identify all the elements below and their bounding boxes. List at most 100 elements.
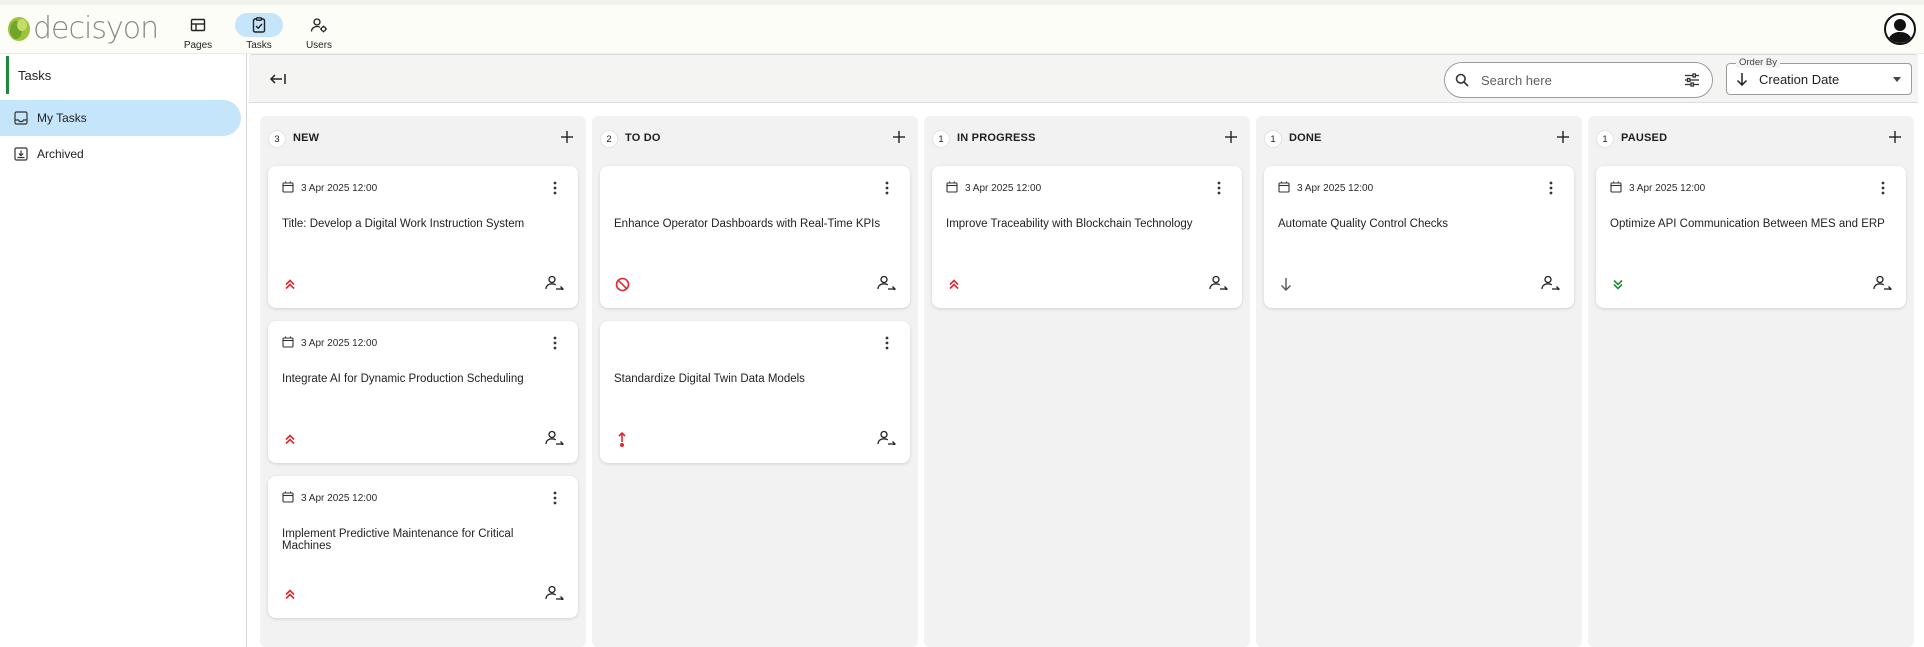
search-box [1444, 62, 1713, 98]
sidebar-item-label: Archived [37, 147, 84, 161]
column-title: NEW [293, 132, 320, 144]
column-title: PAUSED [1621, 132, 1668, 144]
priority-lowest-icon [1610, 276, 1626, 292]
card-menu-button[interactable] [880, 181, 894, 197]
assign-user-icon [544, 275, 564, 293]
more-vertical-icon [553, 181, 557, 198]
task-card[interactable]: Enhance Operator Dashboards with Real-Ti… [600, 166, 910, 308]
plus-icon [1556, 130, 1570, 147]
column-new: 3 NEW 3 Apr 2025 12:00 Title: Develop a Dig… [260, 116, 586, 647]
card-menu-button[interactable] [880, 336, 894, 352]
calendar-icon [282, 181, 301, 196]
task-card[interactable]: 3 Apr 2025 12:00 Implement Predictive Mai… [268, 476, 578, 618]
task-date: 3 Apr 2025 12:00 [946, 181, 1041, 196]
sidebar-title: Tasks [6, 56, 51, 94]
card-menu-button[interactable] [1212, 181, 1226, 197]
task-card[interactable]: 3 Apr 2025 12:00 Integrate AI for Dynamic… [268, 321, 578, 463]
assign-user-button[interactable] [544, 585, 564, 602]
assign-user-icon [1540, 275, 1560, 293]
nav-users[interactable]: Users [295, 13, 343, 55]
logo-mark-icon [6, 13, 32, 43]
task-title: Implement Predictive Maintenance for Cri… [282, 528, 514, 552]
task-date: 3 Apr 2025 12:00 [282, 336, 377, 351]
top-bar: decisyon Pages Tasks Users [0, 0, 1924, 54]
add-task-button[interactable] [1554, 129, 1572, 147]
column-header: 2 TO DO [592, 116, 918, 160]
collapse-left-icon [269, 74, 286, 84]
calendar-icon [1610, 181, 1629, 196]
sidebar-item-label: My Tasks [37, 111, 87, 125]
task-title: Enhance Operator Dashboards with Real-Ti… [614, 218, 881, 230]
order-by-label: Order By [1736, 57, 1781, 68]
task-card[interactable]: 3 Apr 2025 12:00 Automate Quality Control… [1264, 166, 1574, 308]
plus-icon [1888, 130, 1902, 147]
task-card[interactable]: Standardize Digital Twin Data Models [600, 321, 910, 463]
plus-icon [892, 130, 906, 147]
priority-urgent-icon [614, 431, 630, 447]
assign-user-button[interactable] [876, 275, 896, 292]
add-task-button[interactable] [1222, 129, 1240, 147]
sort-descending-arrow-icon[interactable] [1736, 72, 1748, 86]
column-header: 1 PAUSED [1588, 116, 1914, 160]
column-title: TO DO [625, 132, 661, 144]
sidebar: Tasks My Tasks Archived [0, 54, 247, 647]
task-date: 3 Apr 2025 12:00 [1278, 181, 1373, 196]
card-menu-button[interactable] [548, 336, 562, 352]
column-done: 1 DONE 3 Apr 2025 12:00 Automate Quality Co… [1256, 116, 1582, 647]
column-count-badge: 1 [1596, 130, 1614, 148]
calendar-icon [282, 491, 301, 506]
assign-user-button[interactable] [1872, 275, 1892, 292]
priority-blocked-icon [614, 276, 630, 292]
users-settings-icon [295, 13, 343, 37]
task-title: Integrate AI for Dynamic Production Sche… [282, 373, 524, 385]
task-card[interactable]: 3 Apr 2025 12:00 Optimize API Communicati… [1596, 166, 1906, 308]
card-menu-button[interactable] [548, 491, 562, 507]
search-icon [1455, 73, 1469, 87]
more-vertical-icon [885, 336, 889, 353]
calendar-icon [1278, 181, 1297, 196]
add-task-button[interactable] [890, 129, 908, 147]
task-date: 3 Apr 2025 12:00 [1610, 181, 1705, 196]
add-task-button[interactable] [1886, 129, 1904, 147]
sidebar-item-my-tasks[interactable]: My Tasks [0, 100, 241, 136]
column-count-badge: 1 [932, 130, 950, 148]
task-card[interactable]: 3 Apr 2025 12:00 Improve Traceability wit… [932, 166, 1242, 308]
calendar-icon [282, 336, 301, 351]
inbox-icon [14, 111, 28, 125]
assign-user-button[interactable] [544, 275, 564, 293]
card-menu-button[interactable] [548, 181, 562, 197]
more-vertical-icon [885, 181, 889, 198]
plus-icon [560, 130, 574, 147]
column-in-progress: 1 IN PROGRESS 3 Apr 2025 12:00 Improve Trac… [924, 116, 1250, 647]
nav-tasks-label: Tasks [246, 40, 272, 51]
profile-avatar-icon[interactable] [1884, 13, 1916, 45]
order-by-value: Creation Date [1759, 71, 1840, 87]
calendar-icon [946, 181, 965, 196]
column-paused: 1 PAUSED 3 Apr 2025 12:00 Optimize API Comm… [1588, 116, 1914, 647]
add-task-button[interactable] [558, 129, 576, 147]
filter-settings-icon[interactable] [1684, 73, 1700, 90]
column-count-badge: 3 [268, 130, 286, 148]
card-menu-button[interactable] [1876, 181, 1890, 197]
nav-tasks[interactable]: Tasks [235, 13, 283, 55]
priority-low-icon [1278, 276, 1294, 292]
assign-user-icon [1208, 275, 1228, 293]
priority-high-icon [282, 586, 298, 602]
task-title: Optimize API Communication Between MES a… [1610, 218, 1885, 230]
task-card[interactable]: 3 Apr 2025 12:00 Title: Develop a Digital… [268, 166, 578, 308]
search-input[interactable] [1481, 72, 1671, 88]
assign-user-button[interactable] [876, 430, 896, 447]
assign-user-button[interactable] [544, 430, 564, 447]
task-date: 3 Apr 2025 12:00 [282, 491, 377, 506]
card-menu-button[interactable] [1544, 181, 1558, 197]
decisyon-logo[interactable]: decisyon [6, 10, 159, 46]
assign-user-button[interactable] [1540, 275, 1560, 293]
sidebar-item-archived[interactable]: Archived [0, 136, 241, 172]
collapse-sidebar-button[interactable] [267, 68, 289, 90]
nav-pages-label: Pages [183, 40, 213, 51]
more-vertical-icon [1549, 181, 1553, 198]
order-by-select[interactable]: Order By Creation Date [1726, 57, 1912, 95]
nav-pages[interactable]: Pages [174, 13, 222, 55]
logo-text: decisyon [33, 10, 159, 46]
assign-user-button[interactable] [1208, 275, 1228, 293]
